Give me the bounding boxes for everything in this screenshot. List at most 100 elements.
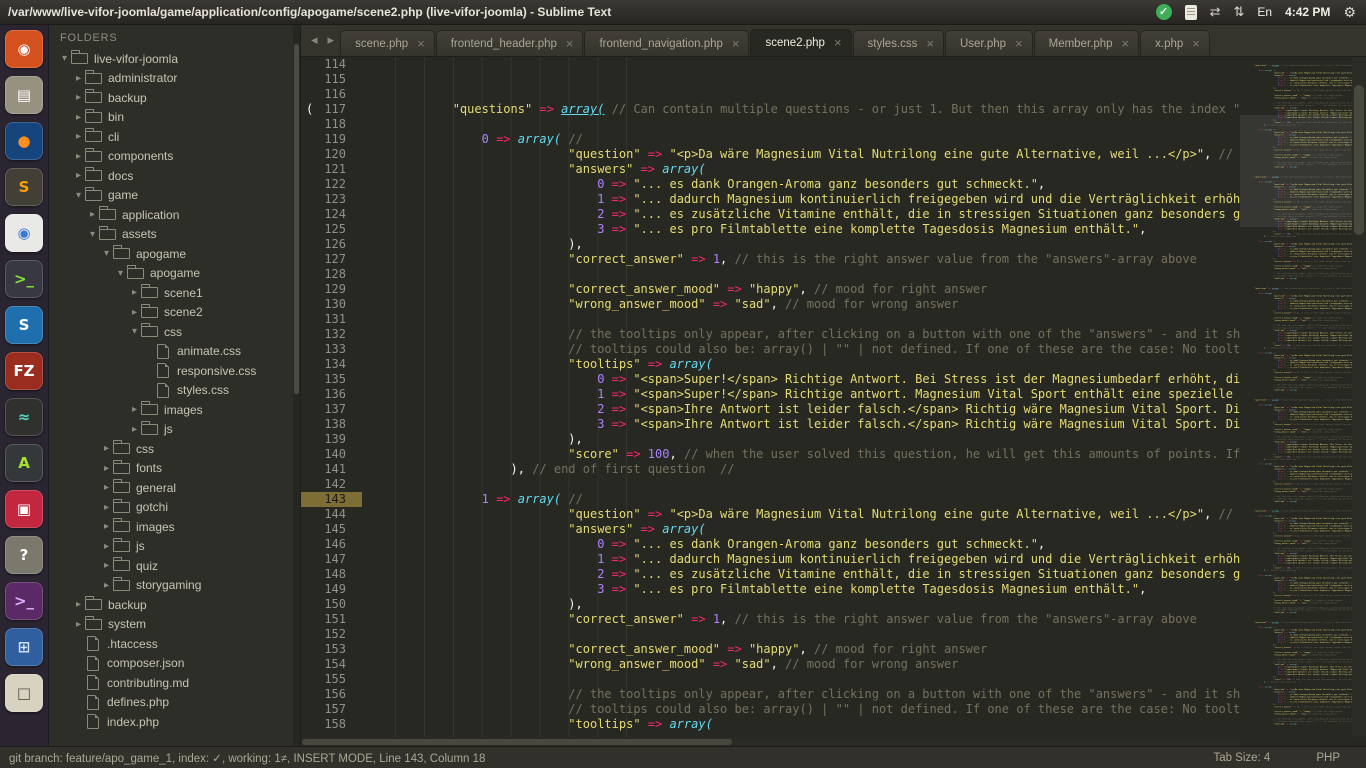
code-line-114[interactable]: 114 (300, 57, 1240, 72)
tree-item-live-vifor-joomla[interactable]: ▾live-vifor-joomla (48, 49, 300, 69)
line-number[interactable]: 118 (300, 117, 362, 132)
code-line-141[interactable]: 141 ), // end of first question // (300, 462, 1240, 477)
line-number[interactable]: 117( (300, 102, 362, 117)
code-line-135[interactable]: 135 0 => "<span>Super!</span> Richtige A… (300, 372, 1240, 387)
updates-ok-icon[interactable]: ✓ (1156, 4, 1172, 20)
code-line-144[interactable]: 144 "question" => "<p>Da wäre Magnesium … (300, 507, 1240, 522)
disclosure-arrow-icon[interactable]: ▸ (72, 170, 85, 181)
line-number[interactable]: 122 (300, 177, 362, 192)
code-line-129[interactable]: 129 "correct_answer_mood" => "happy", //… (300, 282, 1240, 297)
disclosure-arrow-icon[interactable]: ▸ (100, 580, 113, 591)
code-line-123[interactable]: 123 1 => "... dadurch Magnesium kontinui… (300, 192, 1240, 207)
tab-styles.css[interactable]: styles.css× (853, 30, 944, 56)
line-number[interactable]: 143 (300, 492, 362, 507)
line-number[interactable]: 115 (300, 72, 362, 87)
tab-scene2.php[interactable]: scene2.php× (750, 29, 851, 56)
line-number[interactable]: 124 (300, 207, 362, 222)
line-number[interactable]: 141 (300, 462, 362, 477)
tree-item-storygaming[interactable]: ▸storygaming (48, 576, 300, 596)
disclosure-arrow-icon[interactable]: ▸ (100, 502, 113, 513)
filezilla-icon[interactable]: FZ (5, 352, 43, 390)
code-line-153[interactable]: 153 "correct_answer_mood" => "happy", //… (300, 642, 1240, 657)
syntax-indicator[interactable]: PHP (1316, 752, 1340, 764)
next-tab-button[interactable]: ▸ (323, 32, 340, 48)
line-number[interactable]: 153 (300, 642, 362, 657)
tree-item-images[interactable]: ▸images (48, 400, 300, 420)
code-line-130[interactable]: 130 "wrong_answer_mood" => "sad", // moo… (300, 297, 1240, 312)
line-number[interactable]: 147 (300, 552, 362, 567)
close-tab-icon[interactable]: × (926, 38, 934, 50)
line-number[interactable]: 158 (300, 717, 362, 732)
line-number[interactable]: 142 (300, 477, 362, 492)
android-studio-icon[interactable]: A (5, 444, 43, 482)
tree-item-docs[interactable]: ▸docs (48, 166, 300, 186)
clock[interactable]: 4:42 PM (1285, 4, 1330, 20)
tree-item-css[interactable]: ▸css (48, 439, 300, 459)
line-number[interactable]: 157 (300, 702, 362, 717)
code-line-150[interactable]: 150 ), (300, 597, 1240, 612)
code-line-134[interactable]: 134 "tooltips" => array( (300, 357, 1240, 372)
media-app-icon[interactable]: ▣ (5, 490, 43, 528)
code-line-116[interactable]: 116 (300, 87, 1240, 102)
line-number[interactable]: 149 (300, 582, 362, 597)
disclosure-arrow-icon[interactable]: ▸ (128, 404, 141, 415)
code-line-154[interactable]: 154 "wrong_answer_mood" => "sad", // moo… (300, 657, 1240, 672)
disclosure-arrow-icon[interactable]: ▸ (72, 112, 85, 123)
line-number[interactable]: 125 (300, 222, 362, 237)
code-line-121[interactable]: 121 "answers" => array( (300, 162, 1240, 177)
disclosure-arrow-icon[interactable]: ▸ (100, 560, 113, 571)
tree-item-general[interactable]: ▸general (48, 478, 300, 498)
tree-item-cli[interactable]: ▸cli (48, 127, 300, 147)
close-tab-icon[interactable]: × (1015, 38, 1023, 50)
code-line-137[interactable]: 137 2 => "<span>Ihre Antwort ist leider … (300, 402, 1240, 417)
clipboard-icon[interactable] (1185, 5, 1197, 20)
disclosure-arrow-icon[interactable]: ▸ (100, 463, 113, 474)
code-line-142[interactable]: 142 (300, 477, 1240, 492)
tree-item-images[interactable]: ▸images (48, 517, 300, 537)
tree-item-game[interactable]: ▾game (48, 186, 300, 206)
code-lines[interactable]: 114115116117( "questions" => array( // C… (300, 57, 1240, 737)
tree-item-js[interactable]: ▸js (48, 537, 300, 557)
vertical-scrollbar-thumb[interactable] (1354, 85, 1364, 235)
close-tab-icon[interactable]: × (566, 38, 574, 50)
disclosure-arrow-icon[interactable]: ▾ (100, 248, 113, 259)
tree-item-scene1[interactable]: ▸scene1 (48, 283, 300, 303)
tree-item-js[interactable]: ▸js (48, 420, 300, 440)
disclosure-arrow-icon[interactable]: ▸ (128, 424, 141, 435)
terminal-icon[interactable]: >_ (5, 260, 43, 298)
tree-item-backup[interactable]: ▸backup (48, 595, 300, 615)
tree-item-apogame[interactable]: ▾apogame (48, 244, 300, 264)
line-number[interactable]: 130 (300, 297, 362, 312)
tree-item-gotchi[interactable]: ▸gotchi (48, 498, 300, 518)
vertical-scrollbar[interactable] (1352, 57, 1366, 737)
terminal-alt-icon[interactable]: >_ (5, 582, 43, 620)
tab-frontend_header.php[interactable]: frontend_header.php× (436, 30, 584, 56)
disclosure-arrow-icon[interactable]: ▾ (58, 53, 71, 64)
line-number[interactable]: 128 (300, 267, 362, 282)
line-number[interactable]: 127 (300, 252, 362, 267)
disclosure-arrow-icon[interactable]: ▸ (86, 209, 99, 220)
line-number[interactable]: 152 (300, 627, 362, 642)
tree-item-apogame[interactable]: ▾apogame (48, 264, 300, 284)
line-number[interactable]: 154 (300, 657, 362, 672)
line-number[interactable]: 145 (300, 522, 362, 537)
disclosure-arrow-icon[interactable]: ▸ (100, 521, 113, 532)
line-number[interactable]: 148 (300, 567, 362, 582)
code-line-132[interactable]: 132 // the tooltips only appear, after c… (300, 327, 1240, 342)
help-icon[interactable]: ? (5, 536, 43, 574)
code-line-139[interactable]: 139 ), (300, 432, 1240, 447)
code-line-124[interactable]: 124 2 => "... es zusätzliche Vitamine en… (300, 207, 1240, 222)
tree-item-scene2[interactable]: ▸scene2 (48, 303, 300, 323)
tree-item-backup[interactable]: ▸backup (48, 88, 300, 108)
files-icon[interactable]: ▤ (5, 76, 43, 114)
tab-size-indicator[interactable]: Tab Size: 4 (1213, 752, 1270, 764)
code-line-128[interactable]: 128 (300, 267, 1240, 282)
tab-frontend_navigation.php[interactable]: frontend_navigation.php× (584, 30, 749, 56)
line-number[interactable]: 136 (300, 387, 362, 402)
tree-item-animate.css[interactable]: animate.css (48, 342, 300, 362)
network-icon[interactable]: ⇄ (1210, 4, 1221, 20)
close-tab-icon[interactable]: × (1192, 38, 1200, 50)
tree-item-application[interactable]: ▸application (48, 205, 300, 225)
horizontal-scrollbar-thumb[interactable] (302, 739, 732, 745)
disclosure-arrow-icon[interactable]: ▸ (128, 307, 141, 318)
